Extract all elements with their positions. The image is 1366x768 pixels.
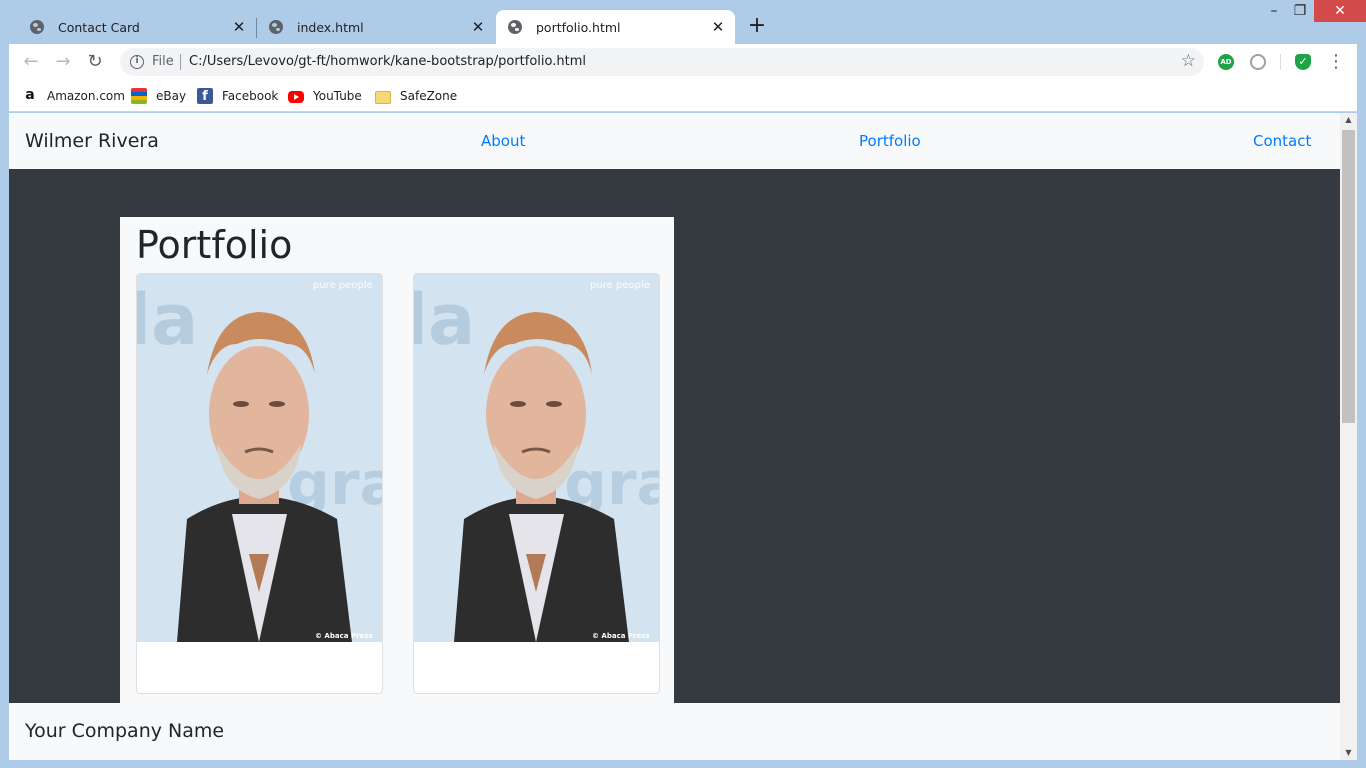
bookmark-label: SafeZone bbox=[400, 89, 458, 103]
bookmark-label: YouTube bbox=[313, 89, 362, 103]
close-window-button[interactable]: ✕ bbox=[1314, 0, 1366, 22]
adguard-icon[interactable]: AD bbox=[1218, 54, 1234, 70]
site-navbar: Wilmer Rivera About Portfolio Contact bbox=[9, 113, 1340, 169]
window-frame-right bbox=[1357, 44, 1366, 768]
cloud-icon[interactable] bbox=[1250, 54, 1266, 70]
amazon-icon: a bbox=[25, 87, 35, 103]
tab-index[interactable]: index.html ✕ bbox=[257, 10, 495, 44]
svg-text:la: la bbox=[137, 279, 198, 361]
ebay-icon bbox=[131, 88, 147, 104]
globe-icon bbox=[508, 20, 522, 34]
scheme-label: File bbox=[152, 54, 174, 69]
tab-contact-card[interactable]: Contact Card ✕ bbox=[18, 10, 256, 44]
bookmark-youtube[interactable]: YouTube bbox=[288, 86, 362, 106]
watermark-bottom: © Abaca Press bbox=[315, 632, 373, 640]
info-icon[interactable]: i bbox=[130, 55, 144, 69]
shield-check-icon[interactable]: ✓ bbox=[1295, 54, 1311, 70]
bookmark-ebay[interactable]: eBay bbox=[131, 86, 186, 106]
facebook-icon: f bbox=[197, 88, 213, 104]
watermark-bottom: © Abaca Press bbox=[592, 632, 650, 640]
bookmark-label: eBay bbox=[156, 89, 187, 103]
folder-icon bbox=[375, 90, 391, 104]
youtube-icon bbox=[288, 91, 304, 103]
browser-menu-icon[interactable]: ⋮ bbox=[1327, 50, 1345, 74]
back-button[interactable]: ← bbox=[19, 50, 43, 74]
svg-text:la: la bbox=[414, 279, 475, 361]
nav-link-about[interactable]: About bbox=[481, 132, 525, 150]
footer-company-name: Your Company Name bbox=[25, 720, 225, 742]
globe-icon bbox=[30, 20, 44, 34]
portrait-photo: la gra pure people © Abaca Press bbox=[137, 274, 382, 642]
tab-label: portfolio.html bbox=[536, 19, 621, 35]
page-heading: Portfolio bbox=[136, 223, 293, 267]
portrait-photo: la gra pure people © Abaca Press bbox=[414, 274, 659, 642]
bookmark-facebook[interactable]: f Facebook bbox=[197, 86, 278, 106]
nav-link-portfolio[interactable]: Portfolio bbox=[859, 132, 921, 150]
scroll-down-icon[interactable]: ▼ bbox=[1340, 746, 1357, 760]
forward-button[interactable]: → bbox=[51, 50, 75, 74]
tab-portfolio[interactable]: portfolio.html ✕ bbox=[496, 10, 735, 44]
page-viewport: Wilmer Rivera About Portfolio Contact Po… bbox=[9, 113, 1340, 760]
close-tab-icon[interactable]: ✕ bbox=[469, 18, 487, 36]
extension-divider bbox=[1280, 54, 1281, 70]
bookmarks-bar: a Amazon.com eBay f Facebook YouTube Saf… bbox=[9, 80, 1365, 112]
watermark-top: pure people bbox=[313, 280, 373, 291]
bookmark-star-icon[interactable]: ☆ bbox=[1181, 51, 1196, 71]
site-footer: Your Company Name bbox=[9, 703, 1340, 760]
page-scrollbar[interactable]: ▲ ▼ bbox=[1340, 113, 1357, 760]
site-brand[interactable]: Wilmer Rivera bbox=[25, 130, 159, 152]
window-frame-bottom bbox=[0, 760, 1366, 768]
globe-icon bbox=[269, 20, 283, 34]
close-tab-icon[interactable]: ✕ bbox=[230, 18, 248, 36]
watermark-top: pure people bbox=[590, 280, 650, 291]
nav-link-contact[interactable]: Contact bbox=[1253, 132, 1311, 150]
tab-label: index.html bbox=[297, 19, 364, 35]
close-tab-icon[interactable]: ✕ bbox=[709, 18, 727, 36]
new-tab-button[interactable]: + bbox=[746, 15, 768, 38]
portfolio-card: la gra pure people © Abaca Press bbox=[136, 273, 383, 694]
bookmark-label: Facebook bbox=[222, 89, 279, 103]
bookmark-amazon[interactable]: a Amazon.com bbox=[22, 86, 125, 106]
reload-button[interactable]: ↻ bbox=[83, 50, 107, 74]
bookmark-label: Amazon.com bbox=[47, 89, 125, 103]
scroll-up-icon[interactable]: ▲ bbox=[1340, 113, 1357, 127]
scrollbar-thumb[interactable] bbox=[1342, 130, 1355, 423]
address-divider bbox=[180, 54, 181, 70]
tab-strip: Contact Card ✕ index.html ✕ portfolio.ht… bbox=[0, 0, 1366, 44]
bookmark-safezone[interactable]: SafeZone bbox=[375, 86, 457, 106]
url-text[interactable]: C:/Users/Levovo/gt-ft/homwork/kane-boots… bbox=[189, 54, 586, 69]
browser-toolbar: ← → ↻ i File C:/Users/Levovo/gt-ft/homwo… bbox=[9, 44, 1365, 80]
address-bar[interactable]: i File C:/Users/Levovo/gt-ft/homwork/kan… bbox=[120, 48, 1204, 76]
portfolio-card: la gra pure people © Abaca Press bbox=[413, 273, 660, 694]
tab-label: Contact Card bbox=[58, 19, 140, 35]
portfolio-panel: Portfolio la gra pure people © Abaca Pre… bbox=[120, 217, 674, 707]
